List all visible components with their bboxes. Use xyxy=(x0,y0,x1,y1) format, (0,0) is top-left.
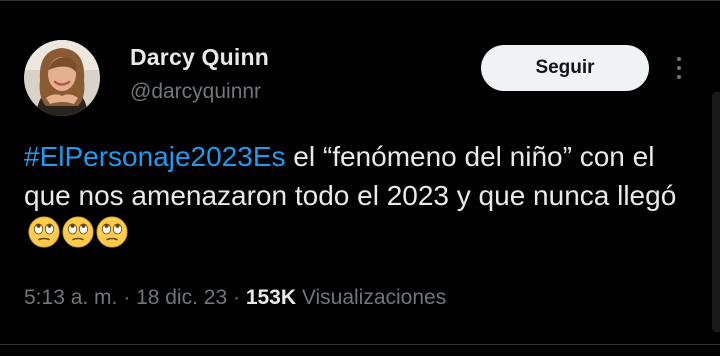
more-dot xyxy=(677,57,681,61)
meta-separator: · xyxy=(117,286,137,309)
tweet-date[interactable]: 18 dic. 23 xyxy=(136,286,227,309)
scrollbar[interactable] xyxy=(712,92,720,332)
follow-button[interactable]: Seguir xyxy=(481,45,649,91)
top-divider xyxy=(0,0,720,1)
views-count: 153K xyxy=(245,286,297,309)
more-vertical-icon[interactable] xyxy=(668,52,690,84)
views-label: Visualizaciones xyxy=(301,286,447,309)
bottom-divider xyxy=(0,344,720,345)
meta-separator: · xyxy=(227,286,246,309)
emoji-group xyxy=(28,216,128,248)
tweet-meta: 5:13 a. m. · 18 dic. 23 · 153K Visualiza… xyxy=(24,286,446,310)
tweet-time[interactable]: 5:13 a. m. xyxy=(24,286,117,309)
hashtag-link[interactable]: #ElPersonaje2023Es xyxy=(24,141,286,172)
author-display-name[interactable]: Darcy Quinn xyxy=(130,44,269,71)
face-with-rolling-eyes-icon xyxy=(62,216,94,248)
avatar-photo xyxy=(24,40,100,116)
face-with-rolling-eyes-icon xyxy=(28,216,60,248)
more-dot xyxy=(677,75,681,79)
tweet-text: #ElPersonaje2023Es el “fenómeno del niño… xyxy=(24,137,684,254)
avatar[interactable] xyxy=(24,40,100,116)
author-handle[interactable]: @darcyquinnr xyxy=(130,80,261,104)
face-with-rolling-eyes-icon xyxy=(96,216,128,248)
more-dot xyxy=(677,66,681,70)
